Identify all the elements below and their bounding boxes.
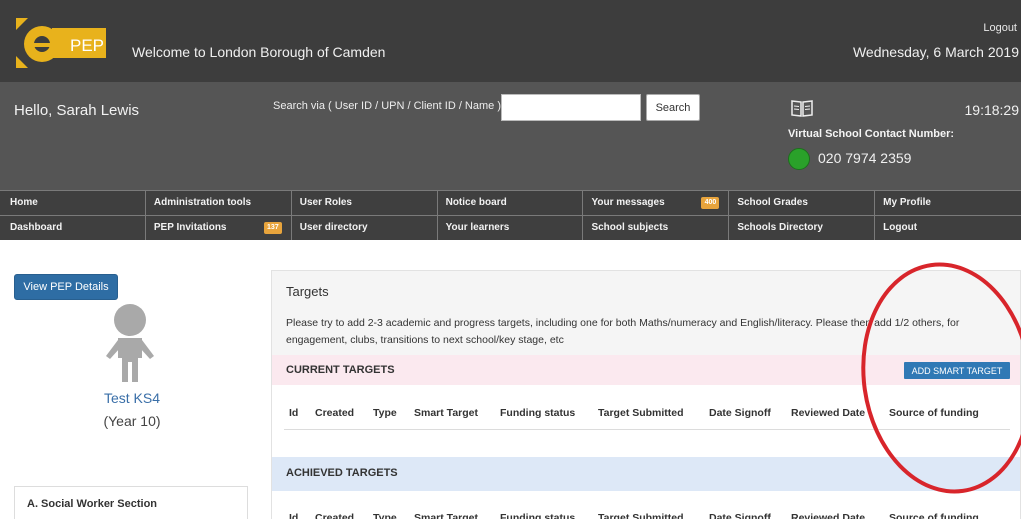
targets-title: Targets: [286, 284, 329, 299]
column-header[interactable]: Date Signoff: [709, 407, 771, 419]
targets-description: Please try to add 2-3 academic and progr…: [286, 317, 960, 346]
nav-label: Your learners: [445, 222, 510, 233]
nav-dashboard[interactable]: Dashboard: [0, 216, 146, 240]
column-header[interactable]: Target Submitted: [598, 407, 684, 419]
achieved-targets-table: Id Created Type Smart Target Funding sta…: [272, 491, 1020, 519]
table-divider: [284, 429, 1010, 430]
nav-label: School Grades: [737, 197, 808, 208]
table-header: Id Created Type Smart Target Funding sta…: [284, 407, 1010, 427]
svg-text:PEP: PEP: [70, 36, 104, 55]
nav-label: Dashboard: [10, 222, 63, 233]
column-header[interactable]: Smart Target: [414, 407, 478, 419]
column-header[interactable]: Reviewed Date: [791, 512, 865, 519]
messages-count-badge: 400: [701, 197, 720, 209]
targets-panel: Targets Please try to add 2-3 academic a…: [271, 270, 1021, 519]
nav-notice-board[interactable]: Notice board: [438, 191, 584, 215]
learner-avatar-icon: [106, 304, 154, 382]
achieved-targets-title: ACHIEVED TARGETS: [286, 467, 398, 479]
current-targets-table: Id Created Type Smart Target Funding sta…: [272, 385, 1020, 457]
add-smart-target-button[interactable]: ADD SMART TARGET: [904, 362, 1010, 379]
sub-header: Hello, Sarah Lewis Search via ( User ID …: [0, 82, 1021, 190]
column-header[interactable]: Created: [315, 512, 354, 519]
column-header[interactable]: Date Signoff: [709, 512, 771, 519]
nav-user-roles[interactable]: User Roles: [292, 191, 438, 215]
column-header[interactable]: Smart Target: [414, 512, 478, 519]
status-indicator-icon: [788, 148, 810, 170]
user-greeting: Hello, Sarah Lewis: [14, 102, 140, 119]
nav-school-subjects[interactable]: School subjects: [583, 216, 730, 240]
nav-logout[interactable]: Logout: [875, 216, 1021, 240]
invitations-count-badge: 137: [263, 222, 282, 234]
column-header[interactable]: Created: [315, 407, 354, 419]
column-header[interactable]: Type: [373, 407, 397, 419]
nav-school-grades[interactable]: School Grades: [729, 191, 876, 215]
nav-home[interactable]: Home: [0, 191, 146, 215]
nav-row-2: Dashboard PEP Invitations 137 User direct…: [0, 215, 1021, 240]
column-header[interactable]: Funding status: [500, 512, 575, 519]
column-header[interactable]: Funding status: [500, 407, 575, 419]
nav-label: Logout: [883, 222, 918, 233]
column-header[interactable]: Id: [289, 512, 298, 519]
logout-link[interactable]: Logout: [983, 22, 1017, 34]
nav-label: Notice board: [445, 197, 507, 208]
nav-label: User directory: [299, 222, 368, 233]
column-header[interactable]: Type: [373, 512, 397, 519]
current-date: Wednesday, 6 March 2019: [852, 44, 1019, 60]
epep-logo: PEP: [16, 18, 106, 68]
column-header[interactable]: Source of funding: [889, 407, 979, 419]
contact-number: 020 7974 2359: [818, 150, 912, 166]
column-header[interactable]: Target Submitted: [598, 512, 684, 519]
top-header: PEP Welcome to London Borough of Camden …: [0, 0, 1021, 82]
nav-label: Schools Directory: [737, 222, 823, 233]
nav-label: My Profile: [883, 197, 931, 208]
nav-user-directory[interactable]: User directory: [292, 216, 438, 240]
nav-schools-directory[interactable]: Schools Directory: [729, 216, 876, 240]
nav-your-learners[interactable]: Your learners: [438, 216, 584, 240]
contact-label: Virtual School Contact Number:: [788, 128, 955, 140]
view-pep-details-button[interactable]: View PEP Details: [14, 274, 118, 300]
welcome-text: Welcome to London Borough of Camden: [132, 44, 386, 60]
nav-label: Your messages: [591, 197, 665, 208]
current-targets-header: CURRENT TARGETS ADD SMART TARGET: [272, 355, 1020, 385]
nav-label: User Roles: [299, 197, 352, 208]
nav-row-1: Home Administration tools User Roles Not…: [0, 190, 1021, 215]
nav-my-profile[interactable]: My Profile: [875, 191, 1021, 215]
current-time: 19:18:29: [964, 102, 1020, 118]
table-header: Id Created Type Smart Target Funding sta…: [284, 512, 1010, 519]
nav-pep-invitations[interactable]: PEP Invitations 137: [146, 216, 292, 240]
nav-label: PEP Invitations: [153, 222, 227, 233]
book-icon[interactable]: [790, 98, 814, 118]
social-worker-section[interactable]: A. Social Worker Section: [14, 486, 248, 519]
main-navigation: Home Administration tools User Roles Not…: [0, 190, 1021, 240]
search-input[interactable]: [501, 94, 641, 121]
column-header[interactable]: Reviewed Date: [791, 407, 865, 419]
learner-year: (Year 10): [103, 413, 161, 429]
column-header[interactable]: Source of funding: [889, 512, 979, 519]
learner-name-link[interactable]: Test KS4: [82, 390, 182, 406]
nav-label: Administration tools: [153, 197, 252, 208]
search-button[interactable]: Search: [646, 94, 700, 121]
search-label: Search via ( User ID / UPN / Client ID /…: [273, 100, 501, 112]
nav-your-messages[interactable]: Your messages 400: [583, 191, 730, 215]
column-header[interactable]: Id: [289, 407, 298, 419]
nav-label: School subjects: [591, 222, 669, 233]
achieved-targets-header: ACHIEVED TARGETS: [272, 457, 1020, 491]
nav-label: Home: [10, 197, 38, 208]
current-targets-title: CURRENT TARGETS: [286, 364, 395, 376]
section-label: A. Social Worker Section: [27, 498, 158, 510]
nav-administration-tools[interactable]: Administration tools: [146, 191, 292, 215]
